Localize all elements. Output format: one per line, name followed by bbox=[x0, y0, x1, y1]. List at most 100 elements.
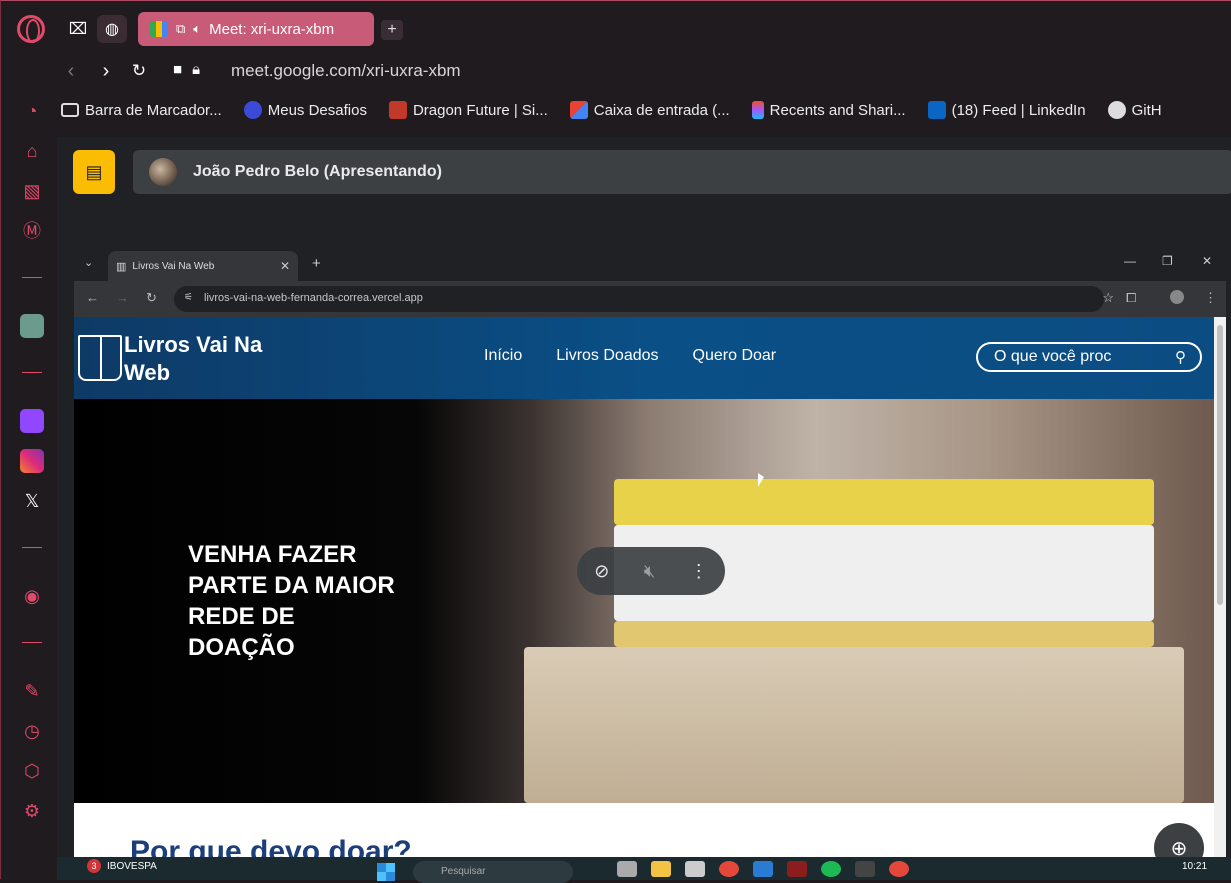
mouse-cursor-icon bbox=[758, 473, 764, 487]
pinboard-icon[interactable]: ✎ bbox=[20, 679, 44, 703]
dragon-future-icon bbox=[388, 101, 407, 119]
reload-icon: ↻ bbox=[146, 290, 157, 305]
tile-controls: ⊘ 🔇︎ ⋮ bbox=[577, 547, 725, 595]
open-tab-icon[interactable]: ⧉ bbox=[176, 21, 185, 37]
sidebar-divider bbox=[22, 642, 42, 643]
site-nav: Início Livros Doados Quero Doar bbox=[484, 347, 776, 365]
cleaner-icon[interactable]: ⌂ bbox=[20, 139, 44, 163]
shared-url: livros-vai-na-web-fernanda-correa.vercel… bbox=[204, 292, 423, 304]
restore-icon: ❐ bbox=[1162, 254, 1173, 268]
avatar bbox=[149, 158, 177, 186]
lock-icon[interactable]: 🔒︎ bbox=[192, 61, 200, 78]
desafios-icon bbox=[243, 101, 262, 119]
bookmark-item[interactable]: Caixa de entrada (... bbox=[569, 95, 730, 125]
forward-icon: → bbox=[116, 290, 129, 305]
video-popout-icon[interactable]: ▧ bbox=[20, 179, 44, 203]
nav-quero-doar: Quero Doar bbox=[692, 347, 777, 364]
speaker-icon[interactable]: 🔈︎ bbox=[193, 21, 201, 37]
new-tab-button[interactable]: + bbox=[381, 20, 403, 40]
book-image bbox=[524, 647, 1184, 803]
star-icon: ☆ bbox=[1102, 290, 1114, 305]
shared-tab-bar: ⌄ ▥ Livros Vai Na Web ✕ + — ❐ ✕ bbox=[74, 247, 1226, 281]
extensions-icon[interactable]: ⬡ bbox=[20, 759, 44, 783]
ticker-widget[interactable]: 3 IBOVESPA bbox=[87, 859, 157, 873]
folder-icon bbox=[61, 103, 79, 117]
bookmark-item[interactable]: Dragon Future | Si... bbox=[388, 95, 548, 125]
ticker-label: IBOVESPA bbox=[107, 860, 157, 872]
spotify-taskbar-icon[interactable] bbox=[821, 861, 841, 877]
site-info-icon: ⚟ bbox=[184, 292, 193, 303]
menu-icon: ⋮ bbox=[1204, 290, 1217, 305]
sidebar-divider bbox=[22, 547, 42, 548]
book-image bbox=[614, 621, 1154, 647]
instagram-icon[interactable] bbox=[20, 449, 44, 473]
shared-tab-title: Livros Vai Na Web bbox=[132, 260, 215, 272]
bookmark-item[interactable]: GitH bbox=[1107, 95, 1162, 125]
bookmark-label: GitH bbox=[1131, 101, 1162, 119]
book-image bbox=[614, 479, 1154, 525]
bookmark-item[interactable]: (18) Feed | LinkedIn bbox=[927, 95, 1086, 125]
bookmark-item[interactable]: Recents and Shari... bbox=[751, 95, 906, 125]
unpin-icon[interactable]: ⊘ bbox=[594, 561, 609, 582]
x-twitter-icon[interactable]: 𝕏 bbox=[20, 489, 44, 513]
chrome-icon[interactable] bbox=[889, 861, 909, 877]
vscode-icon[interactable] bbox=[753, 861, 773, 877]
globe-icon[interactable]: ◍ bbox=[97, 15, 127, 43]
site-search-placeholder: O que você proc bbox=[994, 348, 1112, 365]
opera-taskbar-icon[interactable] bbox=[787, 861, 807, 877]
sidebar: ◔ ⌂ ▧ Ⓜ 𝕏 ◉ ✎ ◷ ⬡ ⚙ bbox=[1, 89, 59, 880]
site-logo: Livros Vai Na Web bbox=[124, 332, 263, 385]
task-view-icon[interactable] bbox=[617, 861, 637, 877]
scroll-thumb bbox=[1217, 325, 1223, 605]
shared-url-box: ⚟ livros-vai-na-web-fernanda-correa.verc… bbox=[174, 286, 1114, 312]
reload-button[interactable]: ↻ bbox=[127, 59, 151, 83]
more-options-icon[interactable]: ⋮ bbox=[690, 561, 708, 582]
url-field[interactable]: meet.google.com/xri-uxra-xbm bbox=[231, 61, 461, 81]
tab-meet[interactable]: ⧉ 🔈︎ Meet: xri-uxra-xbm bbox=[138, 12, 374, 46]
clock[interactable]: 10:21 bbox=[1182, 861, 1207, 872]
camera-icon[interactable]: ■ bbox=[173, 61, 182, 78]
meet-area: ▤ João Pedro Belo (Apresentando) ⌄ ▥ Liv… bbox=[57, 137, 1231, 880]
bookmark-label: (18) Feed | LinkedIn bbox=[951, 101, 1086, 119]
minimize-icon: — bbox=[1124, 254, 1136, 268]
linkedin-icon bbox=[927, 101, 946, 119]
bookmark-label: Meus Desafios bbox=[267, 101, 367, 119]
book-favicon-icon: ▥ bbox=[116, 260, 127, 273]
gamepad-icon[interactable]: ⌧ bbox=[63, 15, 93, 43]
stop-presenting-icon[interactable]: ▤ bbox=[73, 150, 115, 194]
profile-icon bbox=[1170, 290, 1184, 304]
tab-search-icon: ⌄ bbox=[84, 257, 94, 269]
presenter-name: João Pedro Belo (Apresentando) bbox=[193, 163, 442, 180]
file-explorer-icon[interactable] bbox=[651, 861, 671, 877]
close-icon: ✕ bbox=[279, 259, 290, 273]
opera-menu-icon[interactable] bbox=[17, 15, 45, 43]
app-icon[interactable] bbox=[855, 861, 875, 877]
github-icon bbox=[1107, 101, 1126, 119]
bookmark-label: Recents and Shari... bbox=[769, 101, 906, 119]
windows-taskbar: 3 IBOVESPA Pesquisar 10:21 bbox=[57, 857, 1231, 883]
mute-icon[interactable]: 🔇︎ bbox=[644, 561, 655, 582]
extension-icon: ⧠ bbox=[1126, 290, 1137, 305]
speed-dial-icon[interactable]: ◔ bbox=[20, 99, 44, 123]
bookmark-item[interactable]: Barra de Marcador... bbox=[61, 95, 222, 125]
settings-icon[interactable]: ⚙ bbox=[20, 799, 44, 823]
figma-icon bbox=[751, 101, 764, 119]
store-icon[interactable] bbox=[685, 861, 705, 877]
shared-address-bar: ← → ↻ ⚟ livros-vai-na-web-fernanda-corre… bbox=[74, 281, 1226, 317]
twitch-icon[interactable] bbox=[20, 409, 44, 433]
gmail-icon bbox=[569, 101, 588, 119]
chrome-icon[interactable] bbox=[719, 861, 739, 877]
sidebar-divider bbox=[22, 372, 42, 373]
back-icon: ← bbox=[86, 290, 99, 305]
memory-icon[interactable]: Ⓜ bbox=[20, 219, 44, 243]
back-button[interactable]: ‹ bbox=[59, 59, 83, 83]
history-icon[interactable]: ◷ bbox=[20, 719, 44, 743]
forward-button[interactable]: › bbox=[94, 59, 118, 83]
taskbar-search[interactable]: Pesquisar bbox=[413, 861, 573, 883]
bookmark-item[interactable]: Meus Desafios bbox=[243, 95, 367, 125]
new-tab-icon: + bbox=[312, 255, 321, 272]
address-bar: ‹ › ↻ ■ 🔒︎ meet.google.com/xri-uxra-xbm bbox=[1, 53, 1231, 89]
windows-start-icon[interactable] bbox=[377, 863, 395, 881]
chatgpt-icon[interactable] bbox=[20, 314, 44, 338]
spotify-icon[interactable]: ◉ bbox=[20, 584, 44, 608]
